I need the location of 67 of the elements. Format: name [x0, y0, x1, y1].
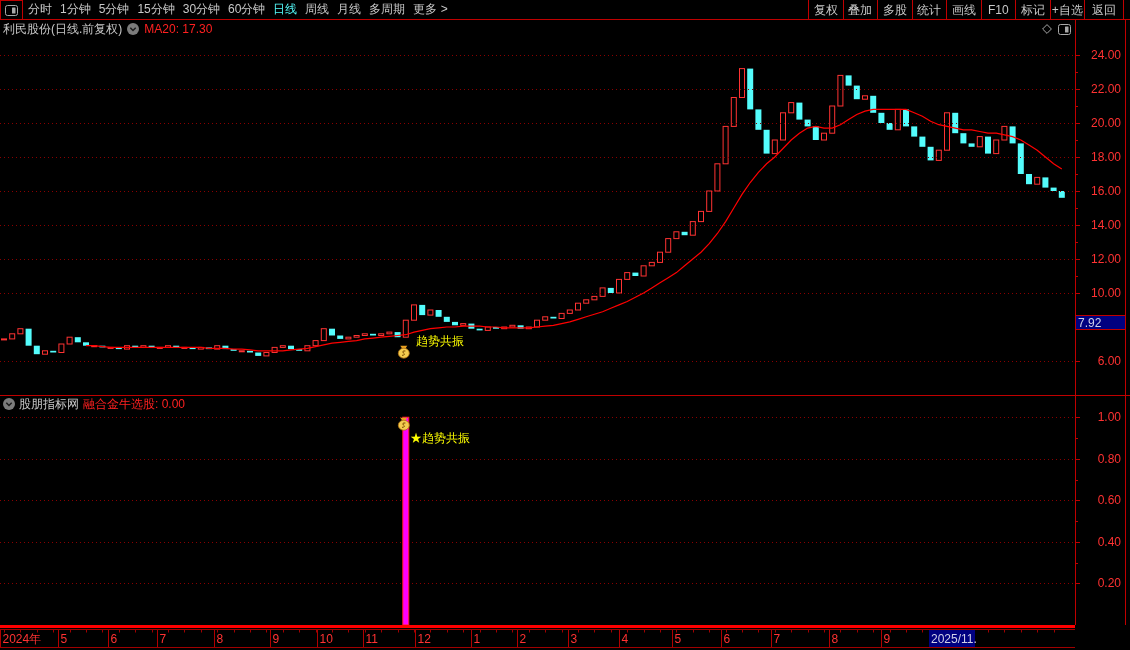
chevron-down-icon[interactable] [127, 23, 140, 35]
date-label: 1 [473, 632, 481, 646]
period-tab[interactable]: 15分钟 [137, 0, 175, 19]
axis-label: 14.00 [1090, 218, 1121, 232]
date-label: 2 [519, 632, 527, 646]
toolbar-button[interactable]: 统计 [911, 0, 946, 19]
period-tab[interactable]: 1分钟 [60, 0, 91, 19]
date-label: 9 [883, 632, 891, 646]
period-tab[interactable]: 多周期 [369, 0, 406, 19]
money-bag-icon [397, 417, 410, 431]
toolbar-button[interactable]: 画线 [946, 0, 981, 19]
date-label: 12 [417, 632, 431, 646]
axis-label: 10.00 [1090, 286, 1121, 300]
indicator-source-label: 股朋指标网 [19, 395, 79, 413]
toolbar-button[interactable]: 叠加 [842, 0, 877, 19]
chevron-down-icon[interactable] [3, 397, 15, 410]
date-label: 2024年 [2, 632, 42, 646]
axis-label: 1.00 [1097, 411, 1121, 425]
panel-toggle-button[interactable] [0, 0, 23, 20]
period-tab[interactable]: 30分钟 [182, 0, 221, 19]
date-label: 6 [110, 632, 118, 646]
date-label: 8 [216, 632, 224, 646]
signal-label: 趋势共振 [415, 334, 464, 349]
axis-label: 20.00 [1090, 116, 1121, 130]
axis-label: 22.00 [1090, 82, 1121, 96]
indicator-value-label: 融合金牛选股: 0.00 [83, 395, 186, 413]
panel-icon[interactable] [1058, 23, 1071, 35]
date-label: 5 [60, 632, 68, 646]
axis-label: 0.60 [1097, 493, 1121, 508]
money-bag-icon [397, 345, 410, 359]
axis-label: 6.00 [1097, 354, 1121, 368]
toolbar-button[interactable]: F10 [980, 0, 1015, 19]
date-label: 11 [365, 632, 378, 646]
date-label: 8 [831, 632, 839, 646]
axis-label: 0.40 [1097, 534, 1121, 549]
axis-label: 0.20 [1097, 576, 1121, 591]
date-label: 7 [773, 632, 781, 646]
period-tab[interactable]: 更多 > [413, 0, 448, 19]
signal-label: ★趋势共振 [409, 431, 470, 446]
stock-title: 利民股份(日线.前复权) [3, 21, 123, 38]
date-label: 3 [570, 632, 578, 646]
ma-value-label: MA20: 17.30 [144, 21, 213, 38]
period-tab[interactable]: 月线 [337, 0, 362, 19]
toolbar-button[interactable]: 返回 [1084, 0, 1124, 19]
date-label: 6 [723, 632, 731, 646]
period-tab[interactable]: 分时 [28, 0, 52, 19]
period-tab[interactable]: 日线 [273, 0, 298, 19]
panel-icon [5, 4, 18, 16]
date-label: 5 [674, 632, 682, 646]
diamond-icon[interactable] [1042, 24, 1052, 34]
axis-label: 12.00 [1090, 252, 1121, 266]
period-tab[interactable]: 周线 [305, 0, 330, 19]
toolbar-button[interactable]: 复权 [808, 0, 843, 19]
date-label: 4 [621, 632, 629, 646]
toolbar-button[interactable]: 多股 [877, 0, 912, 19]
date-label: 10 [319, 632, 333, 646]
toolbar-button[interactable]: +自选 [1049, 0, 1084, 19]
period-tab[interactable]: 60分钟 [228, 0, 266, 19]
price-tag: 7.92 [1075, 315, 1126, 330]
period-tab[interactable]: 5分钟 [98, 0, 130, 19]
axis-label: 0.80 [1097, 451, 1121, 466]
date-label: 9 [272, 632, 280, 646]
axis-label: 18.00 [1090, 150, 1121, 164]
axis-label: 24.00 [1090, 48, 1121, 62]
axis-label: 16.00 [1090, 184, 1121, 198]
toolbar-button[interactable]: 标记 [1015, 0, 1050, 19]
date-label: 7 [159, 632, 167, 646]
